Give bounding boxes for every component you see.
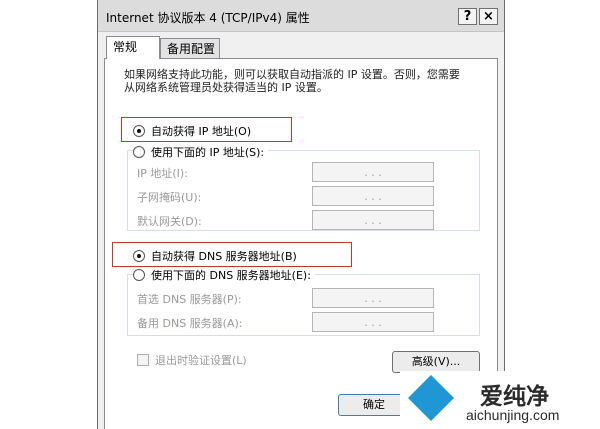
subnet-mask-label: 子网掩码(U): [137,191,202,204]
radio-unchecked-icon [133,269,145,281]
preferred-dns-label: 首选 DNS 服务器(P): [137,293,242,306]
validate-on-exit-label: 退出时验证设置(L) [155,354,247,367]
radio-manual-ip[interactable]: 使用下面的 IP 地址(S): [133,144,269,160]
close-button[interactable]: × [479,8,498,25]
default-gateway-label: 默认网关(D): [137,215,202,228]
ip-address-value: . . . [364,165,382,179]
title-bar: Internet 协议版本 4 (TCP/IPv4) 属性 ? × [98,0,504,32]
radio-manual-dns[interactable]: 使用下面的 DNS 服务器地址(E): [133,267,315,283]
description-text: 如果网络支持此功能，则可以获取自动指派的 IP 设置。否则，您需要从网络系统管理… [124,68,460,94]
radio-unchecked-icon [133,146,145,158]
alternate-dns-label: 备用 DNS 服务器(A): [137,317,243,330]
site-watermark-logo: 爱纯净 aichunjing.com [400,371,600,429]
alternate-dns-value: . . . [364,315,382,329]
logo-url-text: aichunjing.com [466,407,560,423]
help-button[interactable]: ? [458,8,477,25]
radio-checked-icon [133,125,145,137]
ip-address-field[interactable]: . . . [312,162,434,182]
radio-manual-dns-label: 使用下面的 DNS 服务器地址(E): [151,269,311,282]
subnet-mask-value: . . . [364,189,382,203]
alternate-dns-field[interactable]: . . . [312,312,434,332]
radio-auto-ip[interactable]: 自动获得 IP 地址(O) [133,123,251,139]
advanced-button[interactable]: 高级(V)... [392,351,480,373]
preferred-dns-field[interactable]: . . . [312,288,434,308]
validate-on-exit-checkbox[interactable]: 退出时验证设置(L) [137,352,247,368]
checkbox-icon [137,354,149,366]
logo-brand-text: 爱纯净 [480,384,549,410]
radio-auto-dns[interactable]: 自动获得 DNS 服务器地址(B) [133,248,297,264]
radio-auto-dns-label: 自动获得 DNS 服务器地址(B) [151,250,297,263]
preferred-dns-value: . . . [364,291,382,305]
ip-address-label: IP 地址(I): [137,167,188,180]
tab-general[interactable]: 常规 [106,36,160,59]
radio-auto-ip-label: 自动获得 IP 地址(O) [151,125,252,138]
default-gateway-field[interactable]: . . . [312,210,434,230]
radio-checked-icon [133,250,145,262]
subnet-mask-field[interactable]: . . . [312,186,434,206]
radio-manual-ip-label: 使用下面的 IP 地址(S): [151,146,265,159]
default-gateway-value: . . . [364,213,382,227]
tab-alternate-config[interactable]: 备用配置 [160,38,220,60]
logo-icon [408,375,454,421]
window-title: Internet 协议版本 4 (TCP/IPv4) 属性 [106,11,310,25]
